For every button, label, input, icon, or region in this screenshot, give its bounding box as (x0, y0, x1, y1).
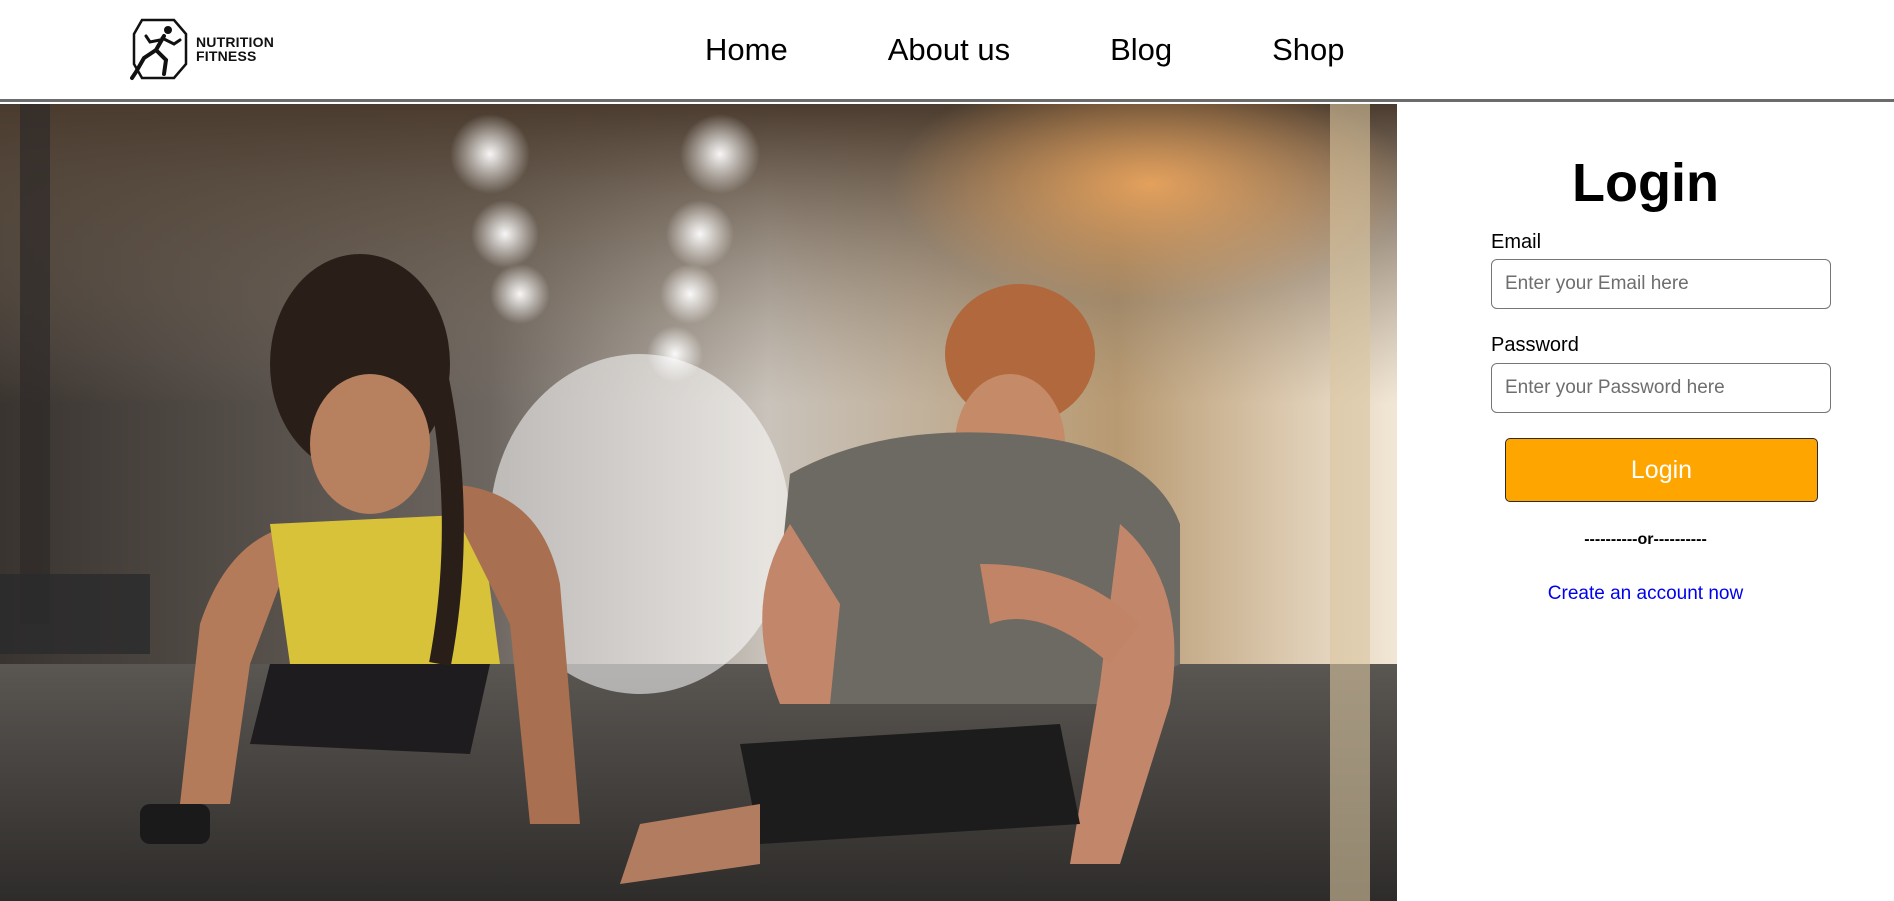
nav-item-home[interactable]: Home (705, 30, 788, 70)
nav-item-shop[interactable]: Shop (1272, 30, 1344, 70)
brand-line1: NUTRITION (196, 34, 275, 50)
password-field[interactable] (1491, 363, 1831, 413)
nav-item-about-us[interactable]: About us (888, 30, 1010, 70)
create-account-link[interactable]: Create an account now (1397, 582, 1894, 606)
or-divider: ----------or---------- (1584, 531, 1707, 548)
nav-item-blog[interactable]: Blog (1110, 30, 1172, 70)
login-panel: Login Email Password Login ----------or-… (1397, 104, 1894, 901)
hero-image (0, 104, 1397, 901)
brand-logo[interactable]: NUTRITION FITNESS (130, 16, 305, 82)
email-label: Email (1491, 231, 1542, 253)
brand-name: NUTRITION FITNESS (196, 35, 274, 63)
gym-photo (0, 104, 1397, 901)
login-title: Login (1572, 153, 1719, 213)
site-header: NUTRITION FITNESS Home About us Blog Sho… (0, 0, 1894, 102)
main-nav: Home About us Blog Shop (705, 30, 1345, 70)
email-field[interactable] (1491, 259, 1831, 309)
brand-line2: FITNESS (196, 48, 257, 64)
password-label: Password (1491, 334, 1579, 356)
runner-logo-icon (130, 18, 188, 80)
login-button[interactable]: Login (1505, 438, 1818, 502)
